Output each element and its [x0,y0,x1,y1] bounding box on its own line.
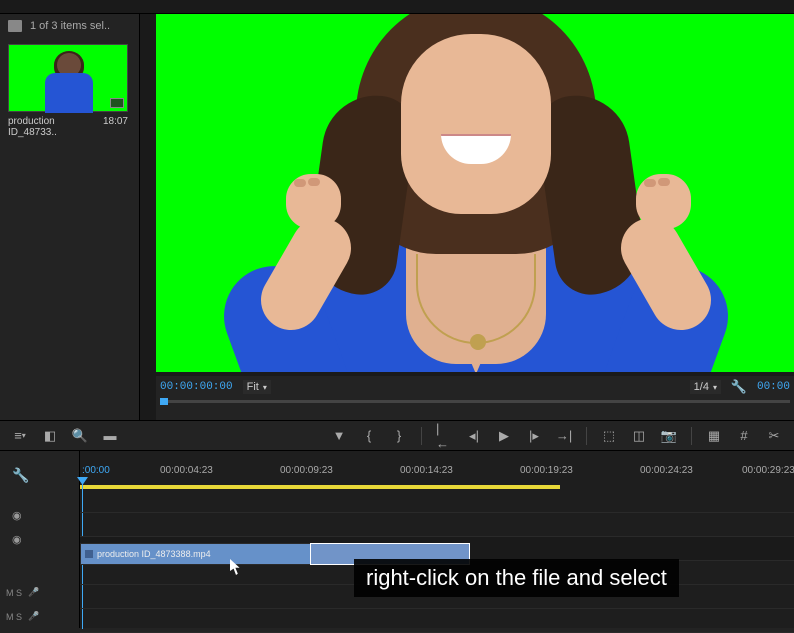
bin-icon[interactable]: ▬ [102,428,118,444]
proxy-icon[interactable]: ▦ [706,428,722,444]
search-icon[interactable]: 🔍 [72,428,88,444]
ruler-tick: 00:00:24:23 [640,465,693,476]
ruler-tick: 00:00:14:23 [400,465,453,476]
in-bracket-icon[interactable]: { [361,428,377,444]
instruction-caption: right-click on the file and select [354,559,679,597]
mic-icon[interactable]: 🎤 [28,611,39,622]
zoom-fit-select[interactable]: Fit ▾ [243,380,271,394]
extract-icon[interactable]: ◫ [631,428,647,444]
ruler-start-tc: :00:00 [82,465,110,476]
toggle-track-output-icon[interactable]: ◉ [12,533,22,546]
selection-count: 1 of 3 items sel.. [30,20,110,32]
ruler-tick: 00:00:19:23 [520,465,573,476]
step-forward-icon[interactable]: |▸ [526,428,542,444]
current-timecode[interactable]: 00:00:00:00 [160,381,233,393]
grid-icon[interactable]: # [736,428,752,444]
audio-track-header-2[interactable]: M S🎤 [6,611,39,622]
ruler-tick: 00:00:29:23 [742,465,794,476]
lift-icon[interactable]: ⬚ [601,428,617,444]
mic-icon[interactable]: 🎤 [28,587,39,598]
resolution-select[interactable]: 1/4 ▾ [690,380,721,394]
monitor-scrubber[interactable] [156,398,794,420]
program-monitor-panel: 00:00:00:00 Fit ▾ 1/4 ▾ 🔧 00:00 [140,14,794,420]
thumbnail-duration: 18:07 [103,116,128,138]
clip-fx-icon [85,550,93,558]
folder-icon [8,20,22,32]
go-to-in-icon[interactable]: |← [436,428,452,444]
menu-icon[interactable]: ≡ ▾ [12,428,28,444]
timeline-tracks[interactable]: :00:00 00:00:04:23 00:00:09:23 00:00:14:… [80,451,794,628]
export-frame-icon[interactable]: 📷 [661,428,677,444]
thumbnail-name: production ID_48733.. [8,116,103,138]
assembly-icon[interactable]: ◧ [42,428,58,444]
timeline-track-headers: 🔧 ◉ ◉ M S🎤 M S🎤 [0,451,80,628]
timeline-ruler[interactable]: :00:00 00:00:04:23 00:00:09:23 00:00:14:… [80,465,794,485]
toggle-track-output-icon[interactable]: ◉ [12,509,22,522]
timeline-settings-icon[interactable]: 🔧 [12,467,29,484]
play-icon[interactable]: ▶ [496,428,512,444]
settings-wrench-icon[interactable]: 🔧 [731,379,747,395]
clip-label: production ID_4873388.mp4 [97,549,211,559]
duration-timecode: 00:00 [757,381,790,393]
ruler-tick: 00:00:04:23 [160,465,213,476]
out-bracket-icon[interactable]: } [391,428,407,444]
step-back-icon[interactable]: ◂| [466,428,482,444]
marker-icon[interactable]: ▼ [331,428,347,444]
project-panel: 1 of 3 items sel.. production ID_48733..… [0,14,140,420]
clip-type-icon [110,98,124,108]
program-monitor[interactable] [156,14,794,372]
project-thumbnail[interactable]: production ID_48733.. 18:07 [8,44,128,138]
audio-track-header-1[interactable]: M S🎤 [6,587,39,598]
timeline-panel: 🔧 ◉ ◉ M S🎤 M S🎤 :00:00 00:00:04:23 00:00… [0,450,794,628]
thumbnail-image [8,44,128,112]
crop-icon[interactable]: ✂ [766,428,782,444]
go-to-out-icon[interactable]: →| [556,428,572,444]
top-menu-bar [0,0,794,14]
ruler-tick: 00:00:09:23 [280,465,333,476]
scrub-playhead[interactable] [160,398,168,405]
control-toolbar: ≡ ▾ ◧ 🔍 ▬ ▼ { } |← ◂| ▶ |▸ →| ⬚ ◫ 📷 ▦ # … [0,420,794,450]
